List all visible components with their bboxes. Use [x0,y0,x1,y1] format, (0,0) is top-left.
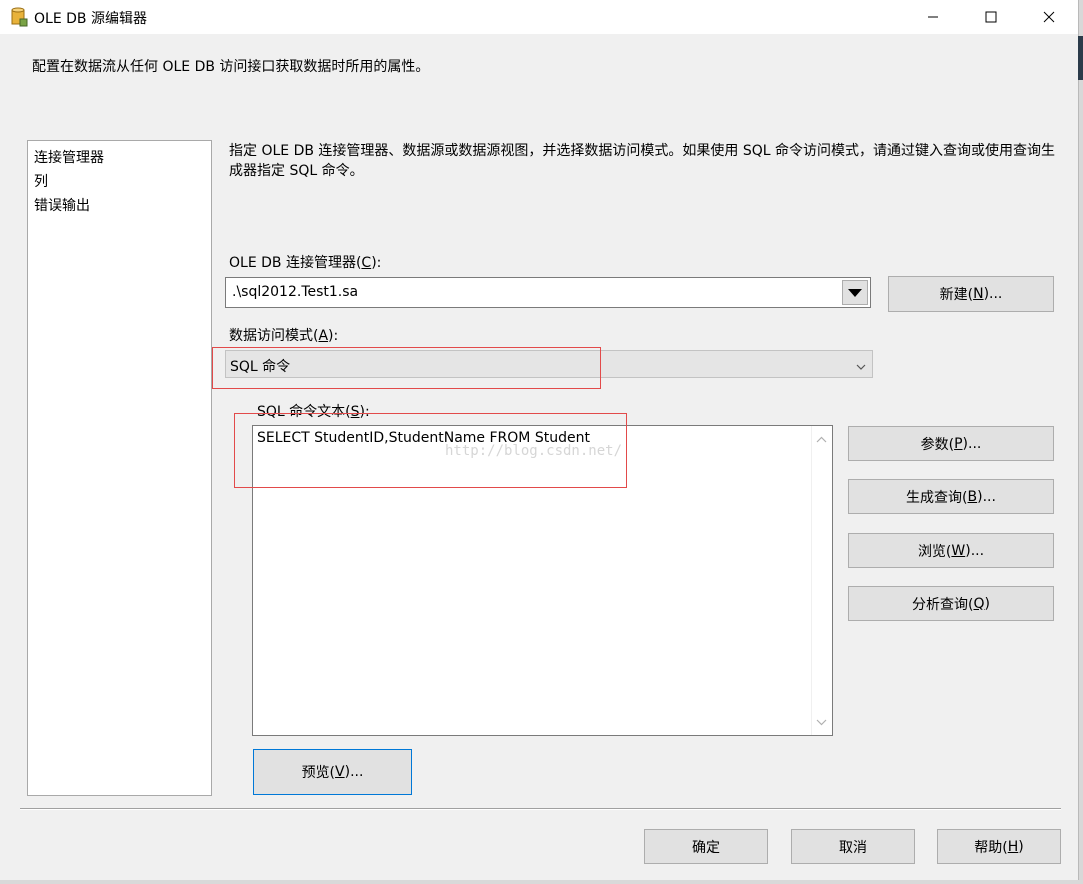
minimize-button[interactable] [904,0,962,34]
connection-manager-value: .\sql2012.Test1.sa [232,284,359,300]
background-window-edge-dark [1078,36,1083,80]
combo-dropdown-button[interactable] [842,280,868,305]
preview-button[interactable]: 预览(V)... [253,749,412,795]
close-icon [1043,11,1055,23]
triangle-down-icon [848,288,862,297]
nav-list: 连接管理器 列 错误输出 [27,140,212,796]
data-access-mode-label: 数据访问模式(A): [229,328,339,344]
nav-item-columns[interactable]: 列 [28,170,211,194]
new-connection-button[interactable]: 新建(N)... [888,276,1054,312]
connection-manager-combo[interactable]: .\sql2012.Test1.sa [225,277,871,308]
window-title: OLE DB 源编辑器 [34,11,147,27]
background-window-edge [1078,0,1083,884]
annotation-highlight-sql [234,413,627,488]
browse-button[interactable]: 浏览(W)... [848,533,1054,568]
build-query-button[interactable]: 生成查询(B)... [848,479,1054,514]
chevron-down-icon[interactable] [816,714,827,730]
chevron-up-icon[interactable] [816,431,827,447]
nav-item-error-output[interactable]: 错误输出 [28,194,211,218]
nav-item-connection-manager[interactable]: 连接管理器 [28,146,211,170]
ok-button[interactable]: 确定 [644,829,768,864]
chevron-down-icon [856,359,866,375]
window-bottom-edge [0,880,1083,884]
annotation-highlight-mode [212,347,601,389]
close-button[interactable] [1020,0,1078,34]
vertical-scrollbar[interactable] [811,426,832,735]
database-cylinder-icon [10,7,28,27]
footer-divider-highlight [20,809,1061,810]
maximize-icon [985,11,997,23]
parse-query-button[interactable]: 分析查询(Q) [848,586,1054,621]
parameters-button[interactable]: 参数(P)... [848,426,1054,461]
page-description: 指定 OLE DB 连接管理器、数据源或数据源视图，并选择数据访问模式。如果使用… [229,143,1056,179]
maximize-button[interactable] [962,0,1020,34]
minimize-icon [928,16,938,18]
connection-manager-label: OLE DB 连接管理器(C): [229,255,382,271]
cancel-button[interactable]: 取消 [791,829,915,864]
header-description: 配置在数据流从任何 OLE DB 访问接口获取数据时所用的属性。 [32,59,430,75]
help-button[interactable]: 帮助(H) [937,829,1061,864]
